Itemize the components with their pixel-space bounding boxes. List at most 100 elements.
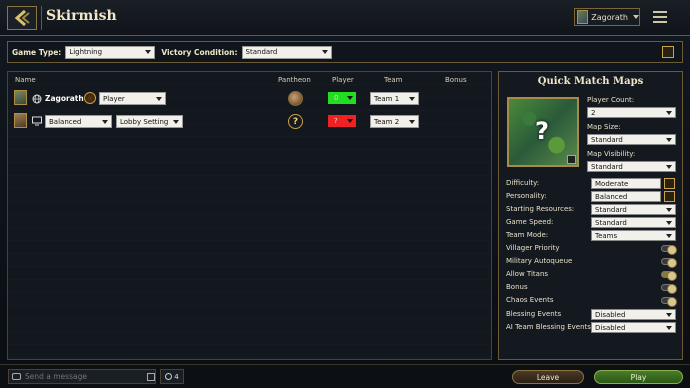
table-row: Balanced Lobby Setting ? ? Team 2	[8, 112, 491, 132]
player-type-select[interactable]: Player	[99, 92, 166, 105]
table-row: Zagorath Player 0 Team 1	[8, 89, 491, 109]
allow-titans-toggle[interactable]	[661, 271, 677, 281]
edit-map-icon[interactable]	[567, 155, 576, 164]
allow-titans-label: Allow Titans	[506, 270, 549, 278]
player-count-label: Player Count:	[587, 96, 635, 104]
edit-difficulty-icon[interactable]	[664, 178, 675, 189]
player-color-select[interactable]: 0	[328, 92, 356, 104]
map-thumbnail[interactable]: ?	[507, 97, 579, 167]
game-type-value: Lightning	[69, 48, 103, 56]
edit-personality-icon[interactable]	[664, 191, 675, 202]
col-pantheon: Pantheon	[278, 76, 311, 84]
chat-box	[8, 369, 156, 384]
ai-blessing-events-value: Disabled	[595, 323, 626, 332]
map-size-label: Map Size:	[587, 123, 621, 131]
players-panel: Name Pantheon Player Team Bonus Zagorath…	[7, 71, 492, 360]
filter-bar: Game Type: Lightning Victory Condition: …	[7, 41, 683, 63]
back-button[interactable]	[7, 6, 37, 30]
team-value: Team 1	[374, 94, 400, 103]
difficulty-value: Moderate	[595, 179, 629, 188]
col-bonus: Bonus	[445, 76, 467, 84]
personality-label: Personality:	[506, 192, 547, 200]
bottom-bar: 4 Leave Play	[0, 364, 690, 388]
chaos-events-label: Chaos Events	[506, 296, 554, 304]
profile-name: Zagorath	[591, 12, 628, 22]
map-visibility-select[interactable]: Standard	[587, 161, 676, 172]
team-mode-select[interactable]: Teams	[591, 230, 676, 241]
bonus-label: Bonus	[506, 283, 528, 291]
pantheon-portrait-icon[interactable]	[288, 91, 303, 106]
monitor-icon	[32, 116, 42, 126]
bonus-toggle[interactable]	[661, 284, 677, 294]
player-number: 0	[334, 94, 339, 102]
map-visibility-value: Standard	[591, 162, 623, 171]
ai-blessing-events-label: AI Team Blessing Events	[506, 323, 591, 331]
game-type-label: Game Type:	[12, 47, 62, 57]
player-type-value: Player	[103, 94, 125, 103]
personality-field[interactable]: Balanced	[591, 191, 661, 202]
col-team: Team	[384, 76, 403, 84]
hamburger-menu-icon[interactable]	[653, 11, 667, 23]
team-select[interactable]: Team 2	[370, 115, 419, 128]
profile-button[interactable]: Zagorath	[574, 8, 640, 26]
chaos-events-toggle[interactable]	[661, 297, 677, 307]
map-size-select[interactable]: Standard	[587, 134, 676, 145]
player-count-value: 2	[591, 108, 596, 117]
difficulty-field[interactable]: Moderate	[591, 178, 661, 189]
chevron-down-icon	[347, 119, 353, 123]
victory-condition-select[interactable]: Standard	[241, 45, 332, 59]
back-arrow-icon	[14, 10, 30, 26]
player-portrait	[14, 90, 27, 105]
col-name: Name	[15, 76, 36, 84]
ai-setting-select[interactable]: Lobby Setting	[116, 115, 183, 128]
quick-match-panel: Quick Match Maps ? Player Count: 2 Map S…	[498, 71, 683, 360]
team-select[interactable]: Team 1	[370, 92, 419, 105]
play-button[interactable]: Play	[594, 370, 683, 384]
team-mode-value: Teams	[595, 231, 618, 240]
game-speed-value: Standard	[595, 218, 627, 227]
chevron-down-icon	[409, 119, 415, 124]
military-autoqueue-label: Military Autoqueue	[506, 257, 573, 265]
chevron-down-icon	[666, 325, 672, 330]
users-button[interactable]: 4	[160, 369, 184, 384]
chat-icon	[12, 373, 21, 380]
blessing-events-value: Disabled	[595, 310, 626, 319]
chevron-down-icon	[666, 233, 672, 238]
game-type-select[interactable]: Lightning	[65, 45, 156, 59]
settings-panel-icon[interactable]	[662, 46, 674, 58]
chevron-down-icon	[102, 119, 108, 124]
chevron-down-icon	[666, 164, 672, 169]
starting-resources-select[interactable]: Standard	[591, 204, 676, 215]
military-autoqueue-toggle[interactable]	[661, 258, 677, 268]
quick-match-title: Quick Match Maps	[537, 76, 644, 87]
random-map-symbol: ?	[535, 117, 549, 145]
player-color-select[interactable]: ?	[328, 115, 356, 127]
top-bar: Skirmish Zagorath	[0, 0, 690, 36]
player-count-select[interactable]: 2	[587, 107, 676, 118]
user-icon	[165, 373, 173, 380]
chat-input[interactable]	[25, 372, 143, 381]
starting-resources-value: Standard	[595, 205, 627, 214]
col-player: Player	[332, 76, 354, 84]
ai-blessing-events-select[interactable]: Disabled	[591, 322, 676, 333]
villager-priority-toggle[interactable]	[661, 245, 677, 255]
chevron-down-icon	[156, 96, 162, 101]
globe-icon	[32, 94, 42, 104]
team-mode-label: Team Mode:	[506, 231, 549, 239]
chevron-down-icon	[347, 96, 353, 100]
team-value: Team 2	[374, 117, 400, 126]
civilization-icon[interactable]	[84, 92, 96, 104]
difficulty-label: Difficulty:	[506, 179, 540, 187]
chevron-down-icon	[666, 137, 672, 142]
chevron-down-icon	[145, 50, 152, 54]
player-name: Zagorath	[45, 94, 84, 103]
pantheon-unknown-icon[interactable]: ?	[288, 114, 303, 129]
ai-difficulty-select[interactable]: Balanced	[45, 115, 112, 128]
chevron-down-icon	[666, 220, 672, 225]
leave-button[interactable]: Leave	[512, 370, 584, 384]
pen-icon[interactable]	[147, 372, 155, 381]
villager-priority-label: Villager Priority	[506, 244, 560, 252]
game-speed-select[interactable]: Standard	[591, 217, 676, 228]
starting-resources-label: Starting Resources:	[506, 205, 575, 213]
blessing-events-select[interactable]: Disabled	[591, 309, 676, 320]
